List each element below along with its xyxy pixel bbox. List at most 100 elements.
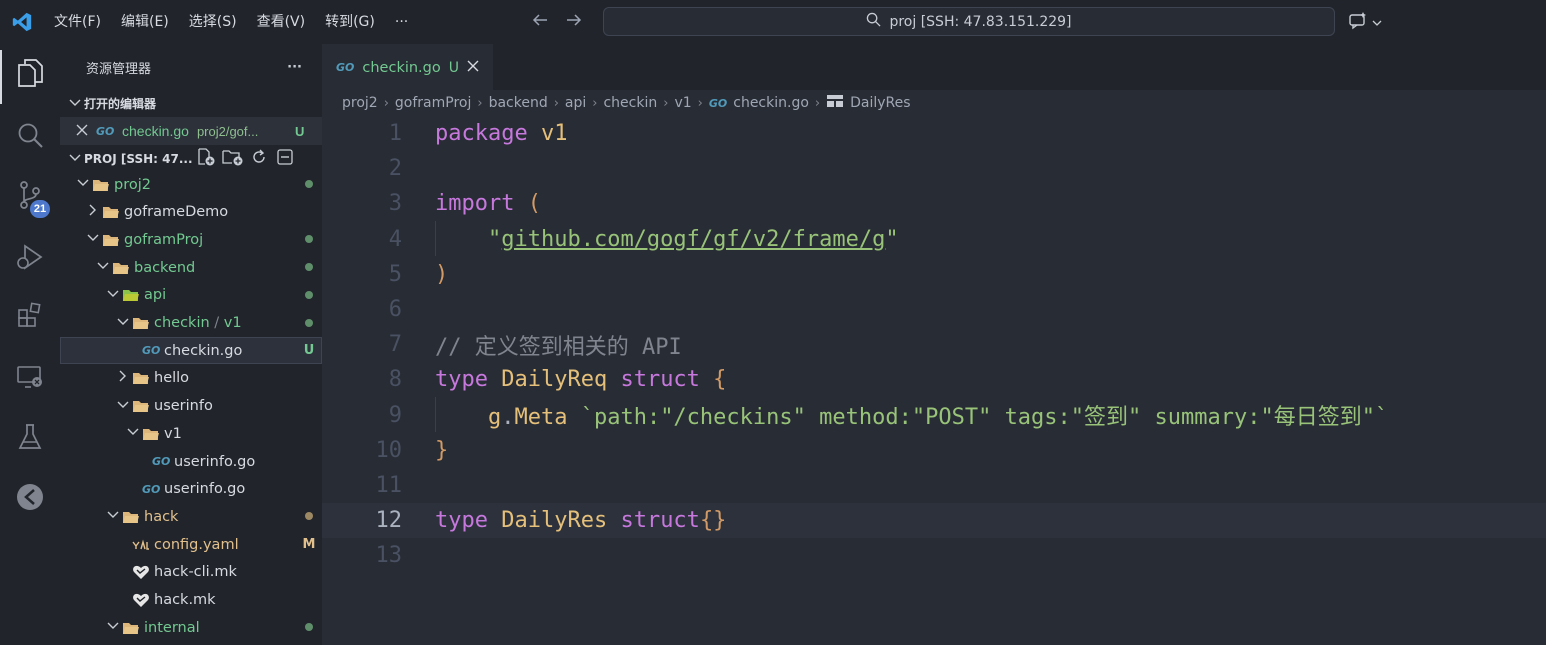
command-center-text: proj [SSH: 47.83.151.229] <box>889 13 1072 30</box>
code-line[interactable]: 6 <box>322 292 1546 327</box>
tree-folder[interactable]: hello <box>60 365 322 392</box>
breadcrumb-item[interactable]: v1 <box>674 95 691 111</box>
tab-status: U <box>448 59 459 76</box>
breadcrumb-item[interactable]: checkin.go <box>733 95 809 111</box>
tree-folder[interactable]: hack <box>60 503 322 530</box>
menu-bar: 文件(F) 编辑(E) 选择(S) 查看(V) 转到(G) ··· <box>44 0 418 44</box>
tree-item-label-part: checkin <box>154 315 210 331</box>
code-line[interactable]: 9 g.Meta `path:"/checkins" method:"POST"… <box>322 398 1546 433</box>
breadcrumb-item[interactable]: api <box>565 95 586 111</box>
tree-folder[interactable]: goframeDemo <box>60 199 322 226</box>
folder-open-icon <box>122 621 144 635</box>
code-text: import ( <box>435 191 541 216</box>
code-token: type <box>435 508 502 534</box>
extensions-icon[interactable] <box>0 288 60 342</box>
breadcrumb-item[interactable]: goframProj <box>395 95 471 111</box>
code-text: package v1 <box>435 121 567 146</box>
chevron-down-icon <box>124 426 142 441</box>
menu-more[interactable]: ··· <box>385 0 418 44</box>
refresh-icon[interactable] <box>250 148 268 169</box>
run-debug-icon[interactable] <box>0 230 60 284</box>
tree-folder[interactable]: checkin / v1 <box>60 310 322 337</box>
open-editor-item[interactable]: GO checkin.go proj2/gof... U <box>60 117 322 145</box>
code-line[interactable]: 3 import ( <box>322 186 1546 221</box>
code-line[interactable]: 10} <box>322 433 1546 468</box>
open-editor-status: U <box>294 123 305 139</box>
menu-edit[interactable]: 编辑(E) <box>111 0 179 44</box>
close-icon[interactable] <box>76 123 96 139</box>
code-line[interactable]: 12 type DailyRes struct{} <box>322 503 1546 539</box>
more-actions-icon[interactable]: ··· <box>287 60 302 75</box>
git-status-letter: U <box>303 343 315 359</box>
tree-item-label: checkin / v1 <box>154 315 296 331</box>
tree-file[interactable]: GO userinfo.go <box>60 476 322 503</box>
open-editors-section[interactable]: 打开的编辑器 <box>60 90 322 117</box>
breadcrumb-item[interactable]: backend <box>489 95 548 111</box>
menu-selection[interactable]: 选择(S) <box>179 0 247 44</box>
tree-folder[interactable]: v1 <box>60 420 322 447</box>
tree-file[interactable]: GO userinfo.go <box>60 448 322 475</box>
explorer-icon[interactable] <box>0 46 60 104</box>
forward-arrow-icon[interactable] <box>564 12 584 33</box>
menu-go[interactable]: 转到(G) <box>315 0 385 44</box>
code-line[interactable]: 7 // 定义签到相关的 API <box>322 327 1546 362</box>
new-file-icon[interactable] <box>196 148 216 169</box>
tree-folder[interactable]: api <box>60 282 322 309</box>
chevron-right-icon: › <box>553 95 559 111</box>
folder-open-icon <box>132 316 154 330</box>
tab-checkin-go[interactable]: GO checkin.go U <box>322 44 493 90</box>
chevron-right-icon: › <box>663 95 669 111</box>
menu-view[interactable]: 查看(V) <box>247 0 316 44</box>
code-line[interactable]: 13 <box>322 538 1546 573</box>
code-token: . <box>501 405 515 431</box>
git-status-dot <box>296 260 322 275</box>
copilot-button[interactable] <box>1348 10 1382 34</box>
tree-file[interactable]: hack-cli.mk <box>60 559 322 586</box>
remote-explorer-icon[interactable] <box>0 350 60 404</box>
close-icon[interactable] <box>467 60 479 76</box>
chevron-down-icon <box>1372 14 1382 30</box>
breadcrumb-item[interactable]: checkin <box>603 95 657 111</box>
code-editor[interactable]: 1 package v1 2 3 import (4 "github.com/gogf/… <box>322 116 1546 645</box>
code-token: `path:"/checkins" method:"POST" tags:"签到… <box>580 405 1389 431</box>
tree-folder[interactable]: goframProj <box>60 226 322 253</box>
tree-folder[interactable]: proj2 <box>60 171 322 198</box>
workspace-section[interactable]: PROJ [SSH: 47... <box>60 145 322 172</box>
code-line[interactable]: 8 type DailyReq struct { <box>322 362 1546 397</box>
tree-folder[interactable]: internal <box>60 614 322 641</box>
back-arrow-icon[interactable] <box>530 12 550 33</box>
code-line[interactable]: 2 <box>322 151 1546 186</box>
search-icon[interactable] <box>0 108 60 162</box>
go-file-icon: GO <box>152 455 171 468</box>
gitlens-icon[interactable] <box>0 470 60 524</box>
code-token: DailyRes <box>501 508 621 534</box>
breadcrumb-item[interactable]: DailyRes <box>850 95 910 111</box>
code-line[interactable]: 1 package v1 <box>322 116 1546 151</box>
code-text: type DailyReq struct { <box>435 367 726 392</box>
code-token: // 定义签到相关的 API <box>435 334 682 360</box>
workspace-label: PROJ [SSH: 47... <box>84 151 193 166</box>
tree-folder[interactable]: backend <box>60 254 322 281</box>
compact-separator: / <box>209 315 224 331</box>
code-text: ) <box>435 262 448 287</box>
code-line[interactable]: 4 "github.com/gogf/gf/v2/frame/g" <box>322 222 1546 257</box>
code-line[interactable]: 5) <box>322 257 1546 292</box>
tree-file[interactable]: config.yaml M <box>60 531 322 558</box>
tree-folder[interactable]: userinfo <box>60 393 322 420</box>
code-line[interactable]: 11 <box>322 468 1546 503</box>
tree-file[interactable]: hack.mk <box>60 587 322 614</box>
git-status-dot <box>296 316 322 331</box>
collapse-all-icon[interactable] <box>276 148 294 169</box>
file-tree: proj2 goframeDemo goframProj backend api chec… <box>60 171 322 645</box>
source-control-icon[interactable]: 21 <box>0 168 60 222</box>
tree-item-label: hello <box>154 370 190 387</box>
chevron-down-icon <box>84 232 102 247</box>
new-folder-icon[interactable] <box>222 148 244 169</box>
tree-item-label: goframeDemo <box>124 204 229 221</box>
command-center-search[interactable]: proj [SSH: 47.83.151.229] <box>603 7 1335 36</box>
menu-file[interactable]: 文件(F) <box>44 0 111 44</box>
breadcrumb-item[interactable]: proj2 <box>342 95 378 111</box>
tree-file[interactable]: GO checkin.go U <box>60 337 322 365</box>
vscode-logo-icon[interactable] <box>0 0 44 44</box>
testing-icon[interactable] <box>0 410 60 464</box>
